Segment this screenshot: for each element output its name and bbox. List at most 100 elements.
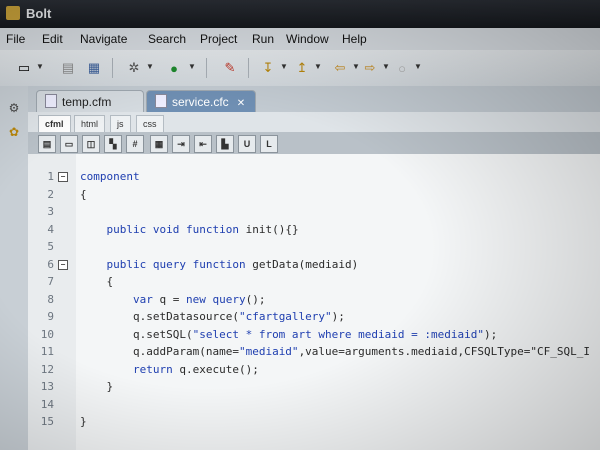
tag-chooser-icon[interactable]: ▤ <box>38 135 56 153</box>
line-number: 12 <box>40 362 54 376</box>
toolbar-separator <box>248 58 249 78</box>
tab-label: temp.cfm <box>62 95 112 109</box>
menu-edit[interactable]: Edit <box>42 32 63 46</box>
indent-icon[interactable]: ⇥ <box>172 135 190 153</box>
code-text: public void function init(){} <box>106 222 299 236</box>
line-number: 2 <box>47 187 54 201</box>
code-text: component <box>80 170 140 183</box>
code-line[interactable]: 6− public query function getData(mediaid… <box>28 256 600 273</box>
previous-annotation-dropdown-icon[interactable]: ▼ <box>314 62 322 71</box>
code-text: var q = new query(); <box>132 292 266 306</box>
code-line[interactable]: 13 } <box>28 378 600 395</box>
lowercase-button[interactable]: L <box>260 135 278 153</box>
file-icon <box>155 94 167 108</box>
code-line[interactable]: 5 <box>28 238 600 255</box>
tab-js[interactable]: js <box>110 115 131 132</box>
fold-toggle-icon[interactable]: − <box>58 172 68 182</box>
back-icon[interactable]: ⇦ <box>330 58 350 78</box>
line-number: 9 <box>47 310 54 323</box>
menu-project[interactable]: Project <box>200 32 237 46</box>
code-line[interactable]: 10 q.setSQL("select * from art where med… <box>28 326 600 343</box>
editor-toolbar: ▤ ▭ ◫ ▚ # ▦ ⇥ ⇤ ▙ U L <box>28 132 600 155</box>
code-text: } <box>80 415 87 428</box>
tab-service-cfc[interactable]: service.cfc ✕ <box>146 90 256 112</box>
code-line[interactable]: 8 var q = new query(); <box>28 291 600 308</box>
menu-window[interactable]: Window <box>286 32 329 46</box>
forward-dropdown-icon[interactable]: ▼ <box>382 62 390 71</box>
left-rail: ⚙ ✿ <box>0 86 29 450</box>
code-line[interactable]: 9 q.setDatasource("cfartgallery"); <box>28 308 600 325</box>
code-text: return q.execute(); <box>132 362 259 376</box>
comment-icon[interactable]: ◫ <box>82 135 100 153</box>
app-icon <box>6 6 20 20</box>
editor-tab-bar: temp.cfm service.cfc ✕ <box>28 86 600 113</box>
toolbar-separator <box>206 58 207 78</box>
code-text: q.setDatasource("cfartgallery"); <box>80 310 345 323</box>
line-number: 3 <box>47 205 54 218</box>
title-bar: Bolt <box>0 0 600 28</box>
insert-tag-icon[interactable]: ▭ <box>60 135 78 153</box>
run-dropdown-icon[interactable]: ▼ <box>188 62 196 71</box>
outline-icon[interactable]: ✿ <box>6 124 22 140</box>
run-icon[interactable]: ● <box>164 58 184 78</box>
tab-cfml[interactable]: cfml <box>38 115 71 132</box>
line-number: 14 <box>40 397 54 411</box>
code-line[interactable]: 12 return q.execute(); <box>28 361 600 378</box>
pin-dropdown-icon[interactable]: ▼ <box>414 62 422 71</box>
toggle-icon[interactable]: ▙ <box>216 135 234 153</box>
code-line[interactable]: 2{ <box>28 186 600 203</box>
wrap-icon[interactable]: ⇤ <box>194 135 212 153</box>
code-line[interactable]: 14 <box>28 396 600 413</box>
fold-toggle-icon[interactable]: − <box>58 259 68 270</box>
code-line[interactable]: 3 <box>28 203 600 220</box>
line-number: 6 <box>47 257 54 271</box>
tab-html[interactable]: html <box>74 115 106 132</box>
new-dropdown-icon[interactable]: ▼ <box>36 62 44 71</box>
tab-label: service.cfc <box>172 95 229 109</box>
next-annotation-icon[interactable]: ↧ <box>258 58 278 78</box>
code-editor[interactable]: 1− component 2{3 4 public void function ini… <box>28 154 600 450</box>
hash-icon[interactable]: # <box>126 135 144 153</box>
menu-run[interactable]: Run <box>252 32 274 46</box>
code-line[interactable]: 15} <box>28 413 600 430</box>
code-line[interactable]: 11 q.addParam(name="mediaid",value=argum… <box>28 343 600 360</box>
code-text: q.addParam(name="mediaid",value=argument… <box>80 345 590 358</box>
main-toolbar: ▭ ▼ ▤ ▦ ✲ ▼ ● ▼ ✎ ↧ ▼ ↥ ▼ ⇦ ▼ ⇨ ▼ ○ ▼ <box>0 50 600 87</box>
tab-css[interactable]: css <box>136 115 164 132</box>
toolbar-separator <box>112 58 113 78</box>
print-icon[interactable]: ▦ <box>84 58 104 78</box>
table-icon[interactable]: ▦ <box>150 135 168 153</box>
line-number: 4 <box>47 222 54 236</box>
menu-file[interactable]: File <box>6 32 25 46</box>
code-line[interactable]: 4 public void function init(){} <box>28 221 600 238</box>
code-line[interactable]: 1− component <box>28 168 600 185</box>
debug-icon[interactable]: ✲ <box>124 58 144 78</box>
next-annotation-dropdown-icon[interactable]: ▼ <box>280 62 288 71</box>
line-number: 7 <box>47 275 54 288</box>
close-icon[interactable]: ✕ <box>237 98 245 109</box>
format-icon[interactable]: ▚ <box>104 135 122 153</box>
back-dropdown-icon[interactable]: ▼ <box>352 62 360 71</box>
previous-annotation-icon[interactable]: ↥ <box>292 58 312 78</box>
tab-temp-cfm[interactable]: temp.cfm <box>36 90 144 112</box>
debug-dropdown-icon[interactable]: ▼ <box>146 62 154 71</box>
uppercase-button[interactable]: U <box>238 135 256 153</box>
line-number: 13 <box>40 380 54 393</box>
menu-navigate[interactable]: Navigate <box>80 32 127 46</box>
code-text: { <box>80 187 87 201</box>
save-icon[interactable]: ▤ <box>58 58 78 78</box>
menu-search[interactable]: Search <box>148 32 186 46</box>
forward-icon[interactable]: ⇨ <box>360 58 380 78</box>
menu-help[interactable]: Help <box>342 32 367 46</box>
code-line[interactable]: 7 { <box>28 273 600 290</box>
new-file-icon[interactable]: ▭ <box>14 58 34 78</box>
code-text: q.setSQL("select * from art where mediai… <box>80 327 498 341</box>
line-number: 5 <box>47 240 54 253</box>
line-number: 10 <box>40 327 54 341</box>
project-explorer-icon[interactable]: ⚙ <box>6 100 22 116</box>
code-text: public query function getData(mediaid) <box>106 257 359 271</box>
pin-icon[interactable]: ○ <box>392 58 412 78</box>
language-tab-bar: cfml html js css <box>28 112 600 133</box>
tool-icon[interactable]: ✎ <box>220 58 240 78</box>
code-text: { <box>80 275 114 288</box>
